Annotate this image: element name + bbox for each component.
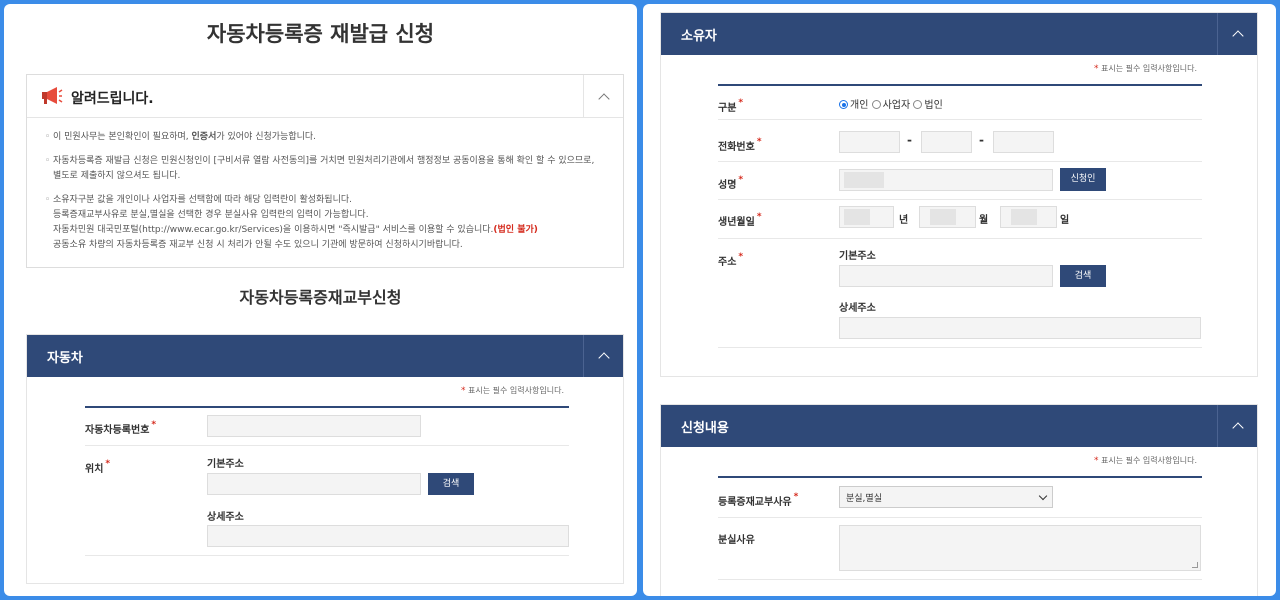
row-divider — [718, 161, 1202, 162]
section-collapse-button[interactable] — [1217, 13, 1257, 55]
page-title: 자동차등록증 재발급 신청 — [206, 22, 435, 46]
required-note: * 표시는 필수 입력사항입니다. — [1094, 64, 1197, 74]
owner-type-radio-group: 개인 사업자 법인 — [839, 96, 943, 111]
notice-heading: 알려드립니다. — [71, 91, 154, 107]
masked-value — [930, 209, 956, 225]
section-header: 소유자 — [661, 13, 1257, 55]
year-unit: 년 — [899, 215, 909, 226]
name-input[interactable] — [839, 169, 1053, 191]
notice-box: 알려드립니다. 이 민원사무는 본인확인이 필요하며, 인증서가 있어야 신청가… — [26, 74, 624, 268]
location-label: 위치 * — [85, 459, 111, 475]
radio-individual[interactable] — [839, 100, 848, 109]
basic-address-label: 기본주소 — [839, 251, 876, 262]
masked-value — [844, 209, 870, 225]
birth-month-input[interactable] — [919, 206, 976, 228]
row-divider — [85, 555, 569, 556]
reg-no-input[interactable] — [207, 415, 421, 437]
birth-day-input[interactable] — [1000, 206, 1057, 228]
applicant-button[interactable]: 신청인 — [1060, 168, 1106, 191]
notice-collapse-button[interactable] — [583, 75, 623, 118]
day-unit: 일 — [1060, 215, 1070, 226]
radio-corporation[interactable] — [913, 100, 923, 109]
vehicle-section: 자동차 * 표시는 필수 입력사항입니다. 자동차등록번호 * 위치 * 기본주소 … — [26, 334, 624, 584]
notice-item: 소유자구분 값을 개인이나 사업자를 선택함에 따라 해당 입력란이 활성화됩니… — [45, 193, 605, 253]
row-divider — [718, 517, 1202, 518]
section-header: 신청내용 — [661, 405, 1257, 447]
row-divider — [718, 347, 1202, 348]
request-section: 신청내용 * 표시는 필수 입력사항입니다. 등록증재교부사유 * 분실,멸실 분… — [660, 404, 1258, 596]
resize-grip-icon[interactable] — [1192, 562, 1198, 568]
loss-reason-textarea[interactable] — [839, 525, 1201, 571]
name-label: 성명 * — [718, 175, 744, 191]
section-title: 신청내용 — [681, 421, 729, 436]
required-note: * 표시는 필수 입력사항입니다. — [461, 386, 564, 396]
address-search-button[interactable]: 검색 — [428, 473, 474, 495]
month-unit: 월 — [979, 215, 989, 226]
phone-part3-input[interactable] — [993, 131, 1054, 153]
phone-label: 전화번호 * — [718, 137, 762, 153]
birth-label: 생년월일 * — [718, 212, 762, 228]
basic-address-input[interactable] — [839, 265, 1053, 287]
section-header: 자동차 — [27, 335, 623, 377]
masked-value — [1011, 209, 1037, 225]
detail-address-label: 상세주소 — [207, 512, 244, 523]
row-divider — [718, 119, 1202, 120]
left-panel: 자동차등록증 재발급 신청 알려드립니다. 이 민원사무는 본인확인이 필요하며… — [4, 4, 637, 596]
row-divider — [85, 445, 569, 446]
form-title: 자동차등록증재교부신청 — [239, 288, 402, 307]
basic-address-input[interactable] — [207, 473, 421, 495]
reg-no-label: 자동차등록번호 * — [85, 420, 157, 436]
detail-address-label: 상세주소 — [839, 303, 876, 314]
reissue-reason-label: 등록증재교부사유 * — [718, 492, 799, 508]
phone-separator: - — [907, 133, 912, 147]
chevron-up-icon — [597, 352, 610, 364]
chevron-up-icon — [1231, 422, 1244, 434]
phone-separator: - — [979, 133, 984, 147]
phone-part1-input[interactable] — [839, 131, 900, 153]
detail-address-input[interactable] — [207, 525, 569, 547]
form-top-line — [718, 84, 1202, 86]
radio-business[interactable] — [871, 100, 881, 109]
reissue-reason-select[interactable]: 분실,멸실 — [839, 486, 1053, 508]
section-collapse-button[interactable] — [583, 335, 623, 377]
row-divider — [718, 579, 1202, 580]
address-label: 주소 * — [718, 252, 744, 268]
owner-section: 소유자 * 표시는 필수 입력사항입니다. 구분 * 개인 사업자 법인 전화번호… — [660, 12, 1258, 377]
row-divider — [718, 238, 1202, 239]
loss-reason-label: 분실사유 — [718, 535, 755, 546]
chevron-down-icon — [1038, 491, 1048, 501]
birth-year-input[interactable] — [839, 206, 894, 228]
notice-header: 알려드립니다. — [27, 75, 623, 118]
row-divider — [718, 199, 1202, 200]
notice-list: 이 민원사무는 본인확인이 필요하며, 인증서가 있어야 신청가능합니다. 자동… — [27, 118, 623, 253]
notice-item: 자동차등록증 재발급 신청은 민원신청인이 [구비서류 열람 사전동의]를 거치… — [45, 154, 605, 184]
required-note: * 표시는 필수 입력사항입니다. — [1094, 456, 1197, 466]
megaphone-icon — [42, 87, 63, 104]
section-title: 소유자 — [681, 29, 717, 44]
form-top-line — [85, 406, 569, 408]
basic-address-label: 기본주소 — [207, 459, 244, 470]
chevron-up-icon — [1231, 30, 1244, 42]
section-collapse-button[interactable] — [1217, 405, 1257, 447]
detail-address-input[interactable] — [839, 317, 1201, 339]
owner-type-label: 구분 * — [718, 98, 744, 114]
right-panel: 소유자 * 표시는 필수 입력사항입니다. 구분 * 개인 사업자 법인 전화번호… — [643, 4, 1276, 596]
form-top-line — [718, 476, 1202, 478]
section-title: 자동차 — [47, 351, 83, 366]
address-search-button[interactable]: 검색 — [1060, 265, 1106, 287]
masked-value — [844, 172, 884, 188]
chevron-up-icon — [597, 92, 610, 105]
notice-item: 이 민원사무는 본인확인이 필요하며, 인증서가 있어야 신청가능합니다. — [45, 130, 605, 145]
phone-part2-input[interactable] — [921, 131, 972, 153]
